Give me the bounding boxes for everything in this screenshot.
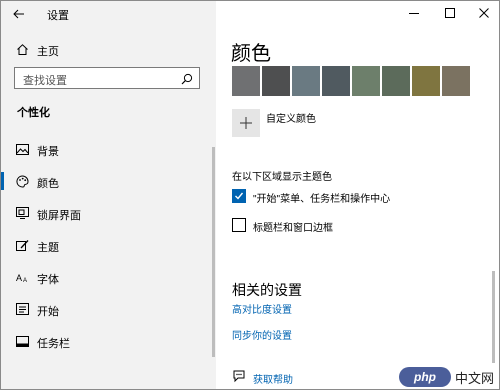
sidebar-item-themes[interactable]: 主题	[1, 233, 211, 257]
sidebar-item-home[interactable]: 主页	[1, 37, 216, 61]
sidebar-item-label: 字体	[37, 274, 59, 286]
sidebar-item-label: 开始	[37, 306, 59, 318]
main-content: 颜色 自定义颜色 在以下区域显示主题色 "开始"菜单、任务栏和操作中心 标题栏和…	[216, 1, 499, 389]
color-swatch[interactable]	[412, 66, 440, 96]
search-placeholder: 查找设置	[23, 75, 67, 87]
page-title: 颜色	[231, 43, 271, 65]
svg-text:A: A	[23, 278, 27, 284]
settings-window: 主页 查找设置 个性化 背景 颜色 锁屏界面 主题 A A 字体 开始 任务栏 …	[0, 0, 500, 390]
sidebar-item-lock-screen[interactable]: 锁屏界面	[1, 201, 211, 225]
palette-icon	[15, 174, 29, 188]
accent-surfaces-heading: 在以下区域显示主题色	[232, 172, 332, 183]
home-label: 主页	[37, 46, 59, 58]
plus-icon	[240, 117, 252, 129]
search-input[interactable]: 查找设置	[14, 67, 200, 89]
svg-text:A: A	[16, 273, 22, 283]
high-contrast-link[interactable]: 高对比度设置	[232, 301, 292, 316]
home-icon	[15, 42, 29, 56]
color-swatch[interactable]	[382, 66, 410, 96]
sidebar-item-label: 任务栏	[37, 338, 70, 350]
sidebar-item-label: 背景	[37, 146, 59, 158]
start-taskbar-accent-label[interactable]: "开始"菜单、任务栏和操作中心	[253, 190, 390, 205]
get-help-link[interactable]: 获取帮助	[253, 371, 293, 386]
custom-color-label[interactable]: 自定义颜色	[266, 110, 316, 125]
search-icon[interactable]	[181, 72, 193, 85]
font-icon: AA	[15, 270, 29, 284]
start-menu-icon	[15, 302, 29, 316]
color-swatch[interactable]	[262, 66, 290, 96]
help-chat-icon	[232, 369, 246, 383]
sidebar-item-start[interactable]: 开始	[1, 297, 211, 321]
start-taskbar-accent-checkbox[interactable]	[232, 189, 246, 203]
watermark-logo: php	[399, 367, 451, 387]
color-swatch[interactable]	[442, 66, 470, 96]
main-scrollbar[interactable]	[492, 271, 495, 363]
sync-settings-link[interactable]: 同步你的设置	[232, 327, 292, 342]
color-swatch[interactable]	[292, 66, 320, 96]
sidebar-scrollbar[interactable]	[212, 147, 215, 357]
sidebar-item-label: 主题	[37, 242, 59, 254]
lock-screen-icon	[15, 206, 29, 220]
taskbar-icon	[15, 334, 29, 348]
title-bar-accent-checkbox[interactable]	[232, 218, 246, 232]
color-swatch[interactable]	[232, 66, 260, 96]
sidebar-item-color[interactable]: 颜色	[1, 169, 211, 193]
sidebar-item-fonts[interactable]: AA 字体	[1, 265, 211, 289]
sidebar-item-taskbar[interactable]: 任务栏	[1, 329, 211, 353]
color-swatch[interactable]	[352, 66, 380, 96]
watermark-text: 中文网	[455, 371, 495, 386]
back-button[interactable]	[10, 5, 28, 23]
related-settings-title: 相关的设置	[232, 282, 302, 298]
theme-brush-icon	[15, 238, 29, 252]
title-bar-accent-label[interactable]: 标题栏和窗口边框	[253, 219, 333, 234]
sidebar-item-label: 颜色	[37, 178, 59, 190]
custom-color-button[interactable]	[232, 109, 260, 137]
color-swatch[interactable]	[322, 66, 350, 96]
window-title: 设置	[47, 10, 69, 22]
selection-indicator	[1, 172, 4, 190]
picture-icon	[15, 142, 29, 156]
checkmark-icon	[235, 192, 244, 200]
back-arrow-icon	[13, 9, 24, 19]
sidebar-item-background[interactable]: 背景	[1, 137, 211, 161]
sidebar-item-label: 锁屏界面	[37, 210, 81, 222]
section-heading: 个性化	[17, 107, 50, 119]
sidebar: 主页 查找设置 个性化 背景 颜色 锁屏界面 主题 A A 字体 开始 任务栏	[1, 1, 216, 389]
